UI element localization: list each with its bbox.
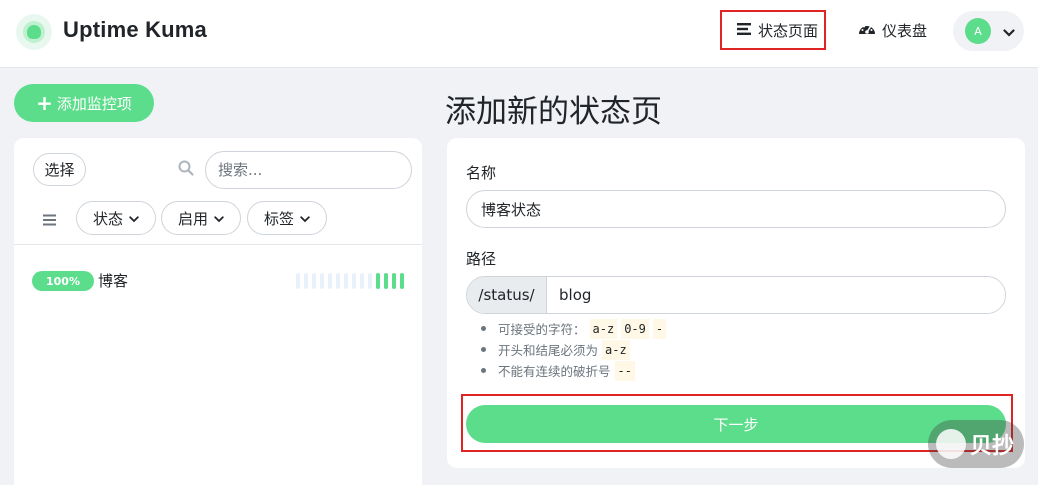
brand-name[interactable]: Uptime Kuma [63,17,207,43]
path-hints: 可接受的字符： a-z 0-9 - 开头和结尾必须为 a-z 不能有连续的破折号… [481,318,667,381]
hint-item: 不能有连续的破折号 -- [481,360,666,381]
watermark-text: 贝抄 [970,434,1015,459]
heartbeat-empty [304,273,308,289]
code-chip: - [652,318,667,339]
path-label: 路径 [466,250,497,268]
monitor-name: 博客 [98,272,129,290]
hint-text: 开头和结尾必须为 [498,343,599,358]
path-field[interactable] [547,277,1005,313]
heartbeat-empty [360,273,364,289]
gauge-icon [858,21,876,41]
path-prefix: /status/ [467,277,547,313]
path-input-group: /status/ [466,276,1006,314]
monitor-list-panel: 选择 状态 启用 标签 100% 博客 [14,138,422,485]
add-monitor-button[interactable]: + 添加监控项 [14,84,154,122]
heartbeat-empty [312,273,316,289]
uptime-kuma-logo[interactable] [16,14,52,50]
search-icon [178,160,194,180]
nav-status-label: 状态页面 [758,21,819,40]
profile-dropdown[interactable]: A [953,11,1024,51]
watermark-logo-icon [936,429,966,459]
heartbeat-empty [368,273,372,289]
chevron-down-icon [300,209,310,227]
hint-item: 可接受的字符： a-z 0-9 - [481,318,667,339]
search-input[interactable] [205,151,412,189]
hint-item: 开头和结尾必须为 a-z [481,339,666,360]
filter-active[interactable]: 启用 [161,201,241,235]
page-title: 添加新的状态页 [445,94,662,130]
chevron-down-icon [1003,22,1015,41]
chevron-down-icon [129,209,139,227]
filter-status[interactable]: 状态 [76,201,156,235]
nav-dashboard-label: 仪表盘 [882,22,928,40]
name-label: 名称 [466,164,497,182]
code-chip: a-z [589,318,618,339]
bullet-icon [481,347,486,352]
add-monitor-label: 添加监控项 [56,94,132,113]
code-chip: -- [614,360,635,381]
chevron-down-icon [214,209,224,227]
code-chip: a-z [602,339,630,360]
bullet-icon [481,326,486,331]
filter-tags[interactable]: 标签 [247,201,327,235]
hint-text: 不能有连续的破折号 [498,364,611,379]
name-field[interactable] [466,190,1006,228]
plus-icon: + [36,91,53,115]
monitor-list-item[interactable]: 100% 博客 [14,262,422,300]
next-button[interactable]: 下一步 [466,405,1006,443]
heartbeat-empty [344,273,348,289]
uptime-badge: 100% [32,271,94,291]
heartbeat-empty [320,273,324,289]
heartbeat-up [384,273,388,289]
heartbeat-up [392,273,396,289]
filter-tags-label: 标签 [263,209,294,228]
filter-active-label: 启用 [177,209,208,228]
filter-status-label: 状态 [92,209,123,228]
heartbeat-up [400,273,404,289]
heartbeat-empty [352,273,356,289]
nav-dashboard[interactable]: 仪表盘 [858,20,927,41]
filter-menu-icon[interactable] [43,211,57,230]
heartbeat-empty [328,273,332,289]
nav-status-pages[interactable]: 状态页面 [720,10,826,50]
heartbeat-up [376,273,380,289]
add-status-page-form: 名称 路径 /status/ 可接受的字符： a-z 0-9 - 开头和结尾必须… [447,138,1025,468]
heartbeat-empty [336,273,340,289]
avatar: A [965,18,991,44]
heartbeat-bar [296,273,404,289]
heartbeat-empty [296,273,300,289]
select-button[interactable]: 选择 [33,153,86,186]
hint-text: 可接受的字符： [498,322,586,337]
top-navbar: Uptime Kuma 状态页面 仪表盘 A [0,0,1038,68]
list-icon [736,21,752,40]
bullet-icon [481,368,486,373]
code-chip: 0-9 [621,318,649,339]
watermark: 贝抄 [928,420,1024,468]
divider [14,244,422,245]
